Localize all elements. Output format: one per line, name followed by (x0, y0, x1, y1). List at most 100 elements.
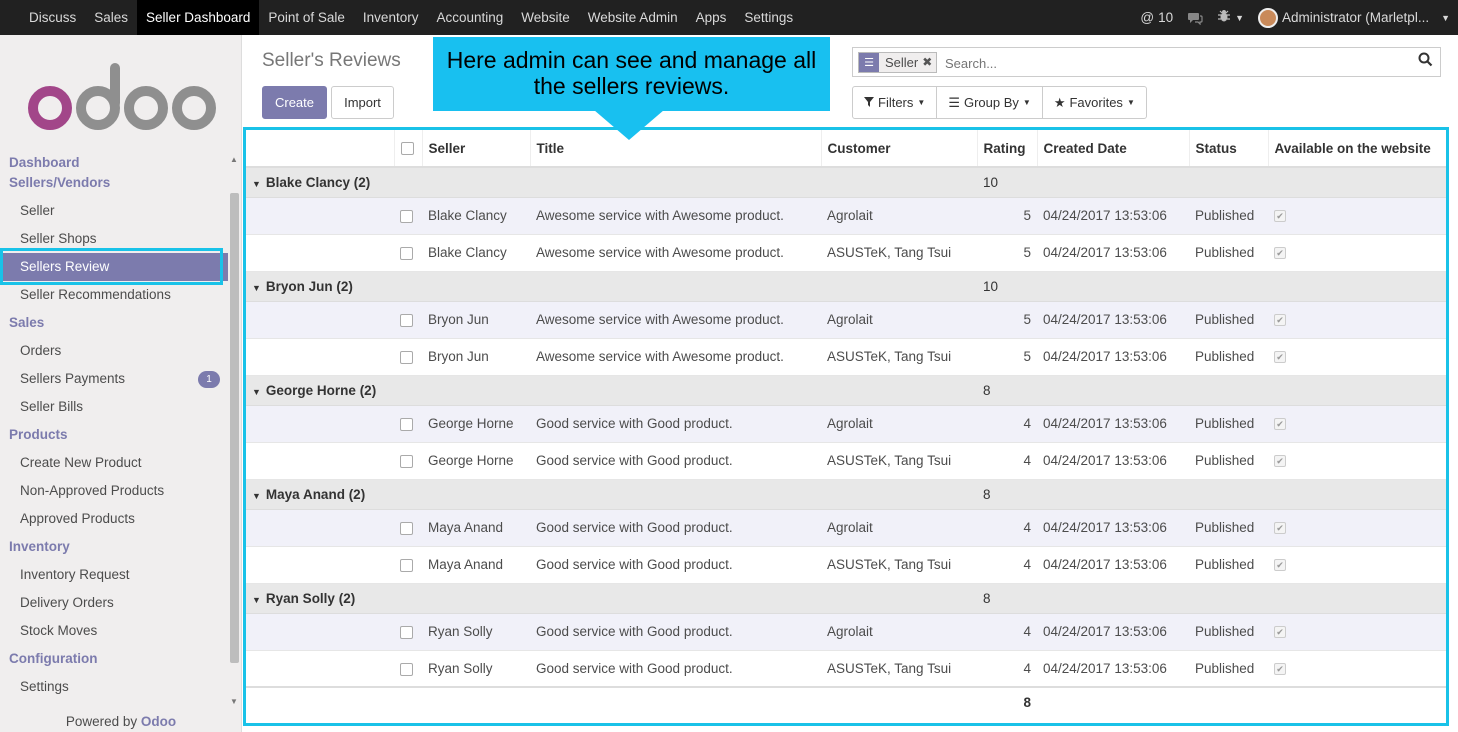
sidebar-section-dashboard[interactable]: Dashboard (0, 153, 228, 173)
group-label[interactable]: ▼ Blake Clancy (2) (246, 166, 977, 198)
table-row[interactable]: Ryan Solly Good service with Good product… (246, 650, 1446, 688)
table-row[interactable]: Blake Clancy Awesome service with Awesome… (246, 197, 1446, 235)
odoo-logo[interactable] (28, 55, 218, 130)
table-row[interactable]: Blake Clancy Awesome service with Awesome… (246, 234, 1446, 272)
powered-by-link[interactable]: Odoo (141, 714, 176, 729)
group-row[interactable]: ▼ George Horne (2) 8 (246, 374, 1446, 406)
column-header-status[interactable]: Status (1188, 130, 1268, 168)
column-header-available[interactable]: Available on the website (1267, 130, 1446, 168)
search-facet[interactable]: ☰ Seller ✖ (858, 52, 938, 73)
row-select-cell[interactable] (394, 442, 422, 480)
sidebar-scrollbar[interactable]: ▲ ▼ (229, 153, 239, 713)
row-select-cell[interactable] (394, 301, 422, 339)
top-menu-website-admin[interactable]: Website Admin (579, 0, 687, 35)
sidebar-item-settings[interactable]: Settings (0, 673, 228, 701)
sidebar-section-products[interactable]: Products (0, 425, 228, 445)
row-checkbox[interactable] (400, 209, 413, 223)
header-select-all[interactable] (393, 130, 422, 168)
sidebar-section-configuration[interactable]: Configuration (0, 649, 228, 669)
row-checkbox[interactable] (400, 417, 413, 431)
cell-status: Published (1189, 509, 1268, 547)
top-menu-apps[interactable]: Apps (687, 0, 736, 35)
sidebar-item-approved-products[interactable]: Approved Products (0, 505, 228, 533)
sidebar-item-orders[interactable]: Orders (0, 337, 228, 365)
row-select-cell[interactable] (394, 234, 422, 272)
top-menu-inventory[interactable]: Inventory (354, 0, 428, 35)
close-icon[interactable]: ✖ (922, 53, 936, 72)
sidebar-item-create-new-product[interactable]: Create New Product (0, 449, 228, 477)
row-checkbox[interactable] (400, 350, 413, 364)
search-icon[interactable] (1418, 52, 1433, 72)
row-checkbox[interactable] (400, 662, 413, 676)
group-row[interactable]: ▼ Bryon Jun (2) 10 (246, 270, 1446, 302)
group-label[interactable]: ▼ Maya Anand (2) (246, 478, 977, 510)
column-header-rating[interactable]: Rating (976, 130, 1037, 168)
row-select-cell[interactable] (394, 405, 422, 443)
scroll-up-icon[interactable]: ▲ (230, 155, 238, 164)
debug-dropdown[interactable]: ▼ (1217, 9, 1244, 26)
table-row[interactable]: Bryon Jun Awesome service with Awesome pr… (246, 338, 1446, 376)
row-checkbox[interactable] (400, 521, 413, 535)
group-by-button[interactable]: ☰ Group By ▼ (937, 87, 1043, 118)
sidebar-item-inventory-request[interactable]: Inventory Request (0, 561, 228, 589)
sidebar-item-seller[interactable]: Seller (0, 197, 228, 225)
row-select-cell[interactable] (394, 650, 422, 688)
group-label[interactable]: ▼ Bryon Jun (2) (246, 270, 977, 302)
favorites-button[interactable]: ★ Favorites ▼ (1043, 87, 1146, 118)
import-button[interactable]: Import (331, 86, 394, 119)
search-bar[interactable]: ☰ Seller ✖ (852, 47, 1441, 77)
group-row[interactable]: ▼ Ryan Solly (2) 8 (246, 582, 1446, 614)
column-header-customer[interactable]: Customer (820, 130, 977, 168)
mentions-button[interactable]: @ 10 (1140, 10, 1173, 25)
scroll-down-icon[interactable]: ▼ (230, 697, 238, 706)
select-all-checkbox[interactable] (400, 142, 414, 156)
table-row[interactable]: George Horne Good service with Good produ… (246, 442, 1446, 480)
sidebar-item-delivery-orders[interactable]: Delivery Orders (0, 589, 228, 617)
top-menu-accounting[interactable]: Accounting (427, 0, 512, 35)
row-spacer (246, 301, 394, 339)
group-row[interactable]: ▼ Maya Anand (2) 8 (246, 478, 1446, 510)
column-header-created-date[interactable]: Created Date (1036, 130, 1189, 168)
row-checkbox[interactable] (400, 246, 413, 260)
filters-button[interactable]: Filters ▼ (853, 87, 938, 118)
group-label[interactable]: ▼ George Horne (2) (246, 374, 977, 406)
scrollbar-thumb[interactable] (230, 193, 239, 663)
row-checkbox[interactable] (400, 454, 413, 468)
top-menu-sales[interactable]: Sales (85, 0, 137, 35)
row-checkbox[interactable] (400, 558, 413, 572)
row-select-cell[interactable] (394, 613, 422, 651)
table-row[interactable]: Ryan Solly Good service with Good product… (246, 613, 1446, 651)
column-header-seller[interactable]: Seller (421, 130, 530, 168)
top-menu-settings[interactable]: Settings (735, 0, 802, 35)
column-header-title[interactable]: Title (529, 130, 821, 168)
row-checkbox[interactable] (400, 313, 413, 327)
sidebar-item-sellers-payments[interactable]: Sellers Payments 1 (0, 365, 228, 393)
group-row[interactable]: ▼ Blake Clancy (2) 10 (246, 166, 1446, 198)
table-row[interactable]: Bryon Jun Awesome service with Awesome pr… (246, 301, 1446, 339)
row-select-cell[interactable] (394, 338, 422, 376)
chat-icon[interactable] (1187, 11, 1203, 25)
sidebar-item-seller-bills[interactable]: Seller Bills (0, 393, 228, 421)
sidebar-section-inventory[interactable]: Inventory (0, 537, 228, 557)
group-label[interactable]: ▼ Ryan Solly (2) (246, 582, 977, 614)
row-checkbox[interactable] (400, 625, 413, 639)
sidebar-item-stock-moves[interactable]: Stock Moves (0, 617, 228, 645)
row-select-cell[interactable] (394, 197, 422, 235)
top-menu-discuss[interactable]: Discuss (20, 0, 85, 35)
top-menu-seller-dashboard[interactable]: Seller Dashboard (137, 0, 260, 35)
table-row[interactable]: Maya Anand Good service with Good product… (246, 546, 1446, 584)
sidebar-item-non-approved-products[interactable]: Non-Approved Products (0, 477, 228, 505)
table-row[interactable]: George Horne Good service with Good produ… (246, 405, 1446, 443)
create-button[interactable]: Create (262, 86, 327, 119)
sidebar-section-sales[interactable]: Sales (0, 313, 228, 333)
search-input[interactable] (945, 53, 1385, 73)
row-select-cell[interactable] (394, 546, 422, 584)
table-row[interactable]: Maya Anand Good service with Good product… (246, 509, 1446, 547)
top-menu-website[interactable]: Website (512, 0, 579, 35)
user-menu[interactable]: Administrator (Marletpl... ▼ (1258, 7, 1450, 28)
sidebar-item-seller-recommendations[interactable]: Seller Recommendations (0, 281, 228, 309)
star-icon: ★ (1053, 94, 1066, 110)
sidebar-section-sellers-vendors[interactable]: Sellers/Vendors (0, 173, 228, 193)
row-select-cell[interactable] (394, 509, 422, 547)
top-menu-point-of-sale[interactable]: Point of Sale (259, 0, 354, 35)
